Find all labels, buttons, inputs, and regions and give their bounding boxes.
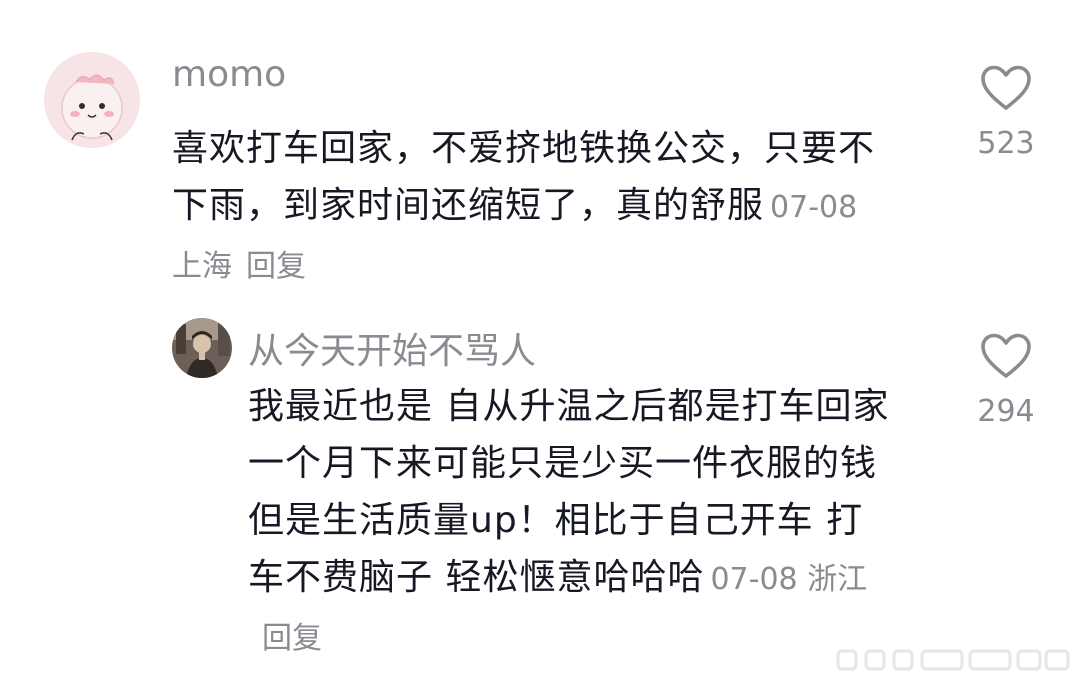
avatar[interactable] — [44, 52, 140, 148]
comment-date: 07-08 — [770, 190, 858, 225]
heart-outline-icon — [981, 333, 1031, 378]
comment-item: momo 喜欢打车回家，不爱挤地铁换公交，只要不下雨，到家时间还缩短了，真的舒服… — [0, 0, 1080, 290]
reply-button[interactable]: 回复 — [262, 621, 322, 656]
avatar[interactable] — [172, 318, 232, 378]
like-count: 294 — [977, 394, 1035, 429]
photo-avatar-icon — [172, 318, 232, 378]
like-button[interactable]: 294 — [961, 332, 1051, 429]
reply-username[interactable]: 从今天开始不骂人 — [248, 322, 536, 374]
heart-outline-icon — [981, 65, 1031, 110]
cartoon-avatar-icon — [44, 52, 140, 148]
comment-text-block: 喜欢打车回家，不爱挤地铁换公交，只要不下雨，到家时间还缩短了，真的舒服 07-08… — [172, 120, 892, 295]
reply-item: 从今天开始不骂人 我最近也是 自从升温之后都是打车回家 一个月下来可能只是少买一… — [0, 290, 1080, 656]
reply-button[interactable]: 回复 — [246, 249, 306, 284]
reply-date: 07-08 — [710, 562, 798, 597]
reply-text-block: 我最近也是 自从升温之后都是打车回家 一个月下来可能只是少买一件衣服的钱 但是生… — [248, 378, 898, 667]
like-count: 523 — [977, 126, 1035, 161]
watermark — [836, 649, 1070, 671]
comment-username[interactable]: momo — [172, 54, 286, 95]
reply-location: 浙江 — [807, 562, 868, 597]
comment-location: 上海 — [172, 249, 232, 284]
like-button[interactable]: 523 — [961, 64, 1051, 161]
